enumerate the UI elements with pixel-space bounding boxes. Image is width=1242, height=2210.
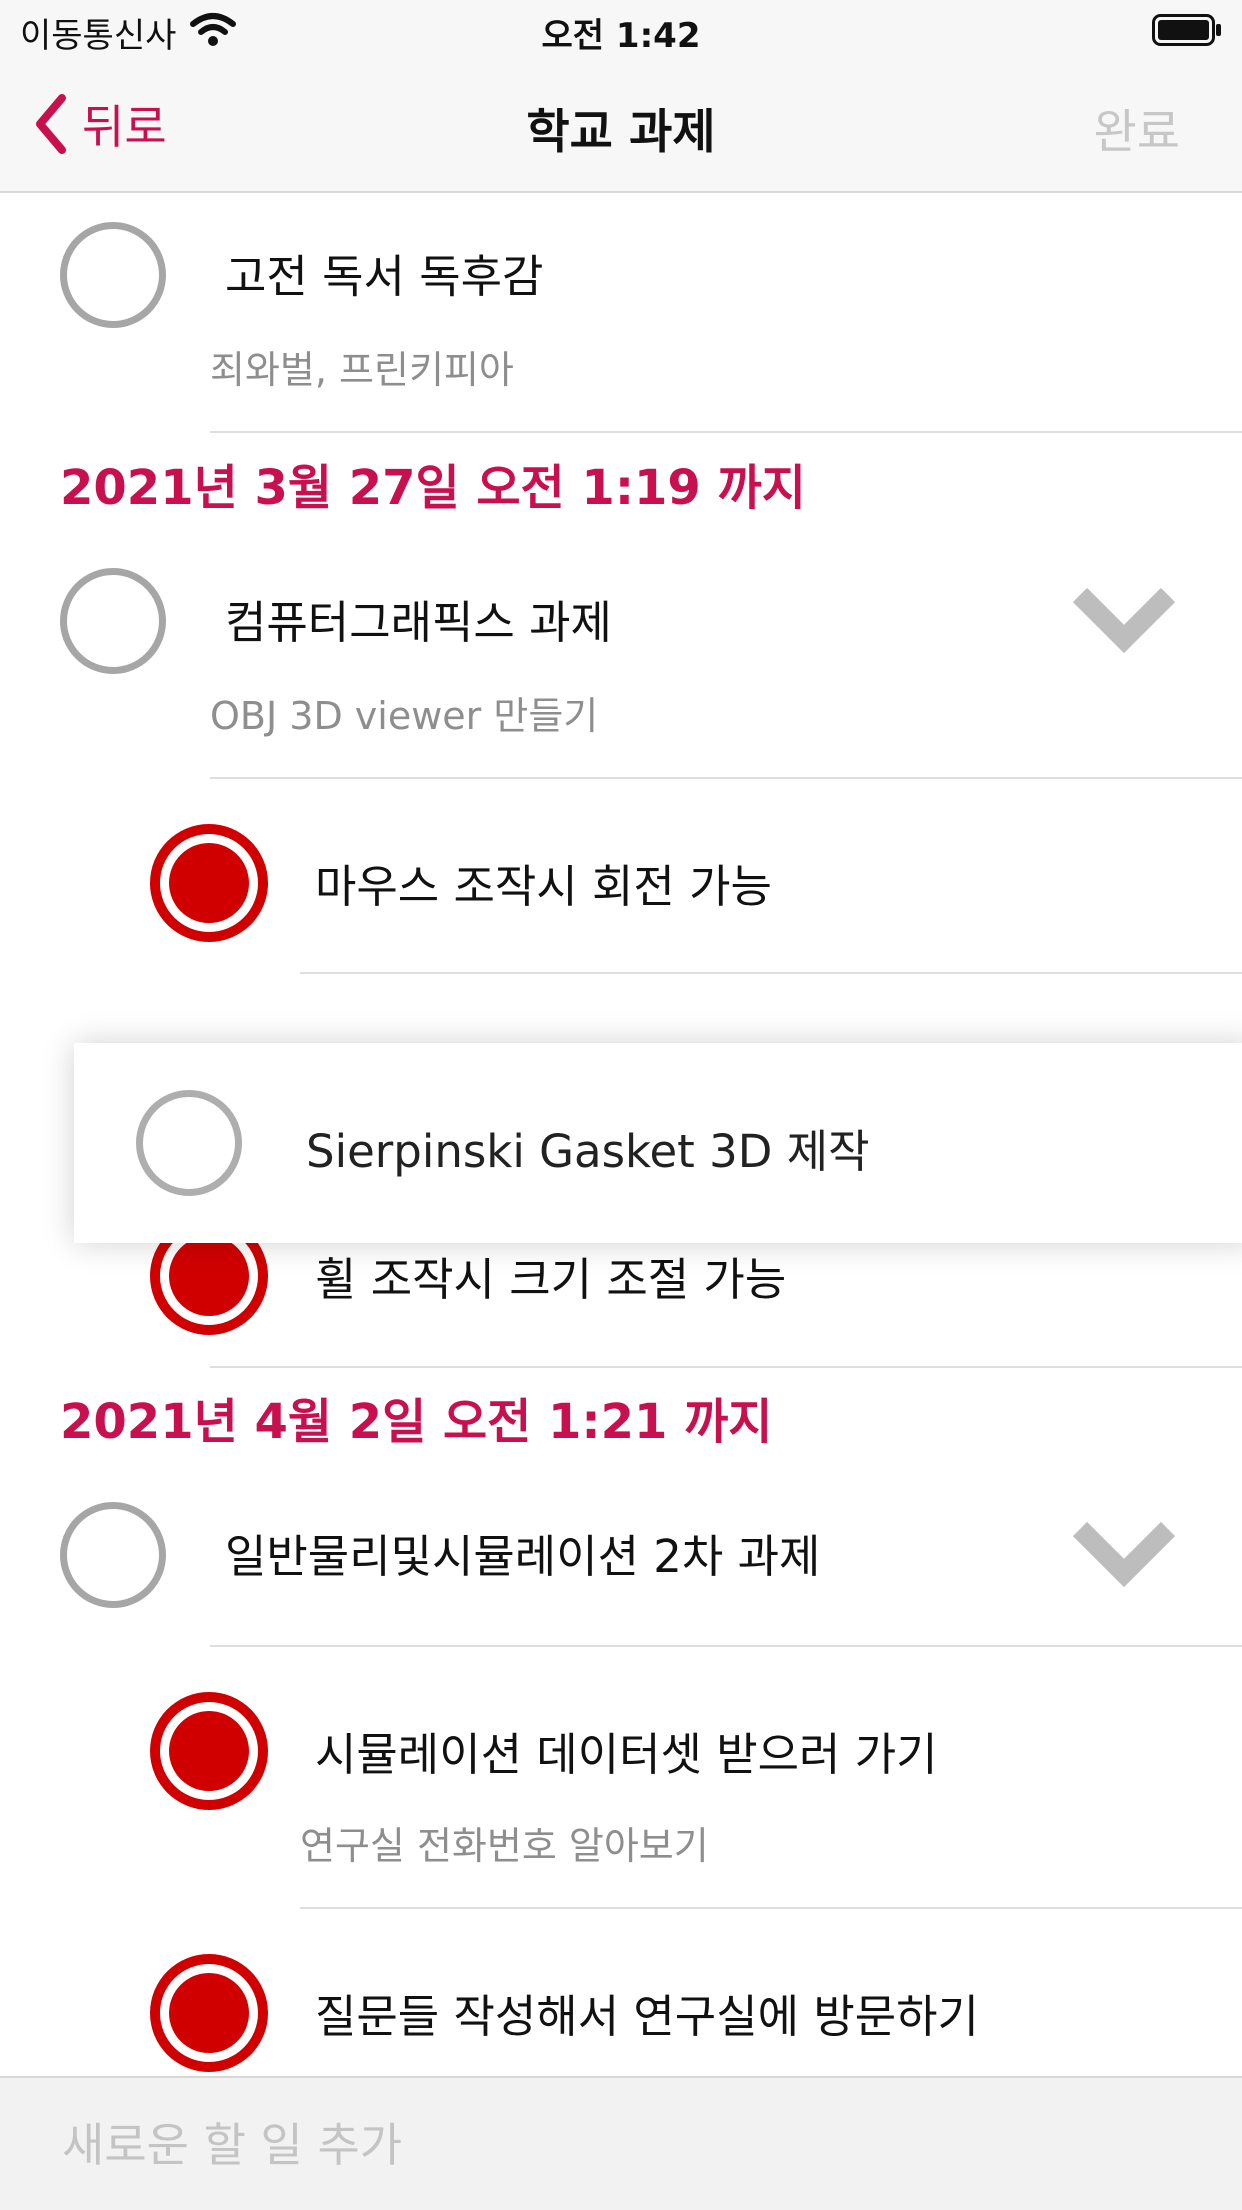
chevron-down-icon[interactable] <box>1072 1517 1176 1587</box>
navigation-bar: 이동통신사 오전 1:42 뒤로 학교 과제 완료 <box>0 0 1242 193</box>
separator <box>300 1907 1242 1909</box>
task-title[interactable]: 일반물리및시뮬레이션 2차 과제 <box>225 1520 820 1585</box>
separator <box>210 777 1242 779</box>
subtask-checkbox[interactable] <box>150 824 268 942</box>
new-task-input[interactable] <box>60 2108 1184 2182</box>
subtask-note: 연구실 전화번호 알아보기 <box>300 1824 709 1868</box>
separator <box>210 431 1242 433</box>
task-note: OBJ 3D viewer 만들기 <box>210 694 599 738</box>
done-button[interactable]: 완료 <box>1094 93 1180 162</box>
task-checkbox[interactable] <box>60 222 166 328</box>
task-checkbox[interactable] <box>60 1502 166 1608</box>
clock-label: 오전 1:42 <box>541 16 701 56</box>
subtask-title[interactable]: 시뮬레이션 데이터셋 받으러 가기 <box>315 1718 938 1783</box>
chevron-down-icon[interactable] <box>1072 583 1176 653</box>
separator <box>210 1366 1242 1368</box>
separator <box>300 972 1242 974</box>
task-note: 죄와벌, 프린키피아 <box>210 348 514 392</box>
task-title[interactable]: 컴퓨터그래픽스 과제 <box>225 586 612 651</box>
page-title: 학교 과제 <box>526 105 716 160</box>
section-header: 2021년 4월 2일 오전 1:21 까지 <box>60 1394 773 1450</box>
task-title[interactable]: 고전 독서 독후감 <box>225 240 543 305</box>
task-checkbox[interactable] <box>60 568 166 674</box>
battery-icon <box>1152 14 1221 46</box>
subtask-checkbox[interactable] <box>150 1954 268 2072</box>
task-title: Sierpinski Gasket 3D 제작 <box>306 1125 870 1178</box>
subtask-checkbox[interactable] <box>150 1692 268 1810</box>
separator <box>210 1645 1242 1647</box>
subtask-title[interactable]: 마우스 조작시 회전 가능 <box>315 850 772 915</box>
subtask-title[interactable]: 휠 조작시 크기 조절 가능 <box>315 1243 786 1308</box>
task-checkbox[interactable] <box>136 1090 242 1196</box>
new-task-bar <box>0 2076 1242 2210</box>
section-header: 2021년 3월 27일 오전 1:19 까지 <box>60 460 806 516</box>
dragging-task-card[interactable]: Sierpinski Gasket 3D 제작 <box>74 1043 1242 1243</box>
subtask-title[interactable]: 질문들 작성해서 연구실에 방문하기 <box>315 1980 979 2045</box>
